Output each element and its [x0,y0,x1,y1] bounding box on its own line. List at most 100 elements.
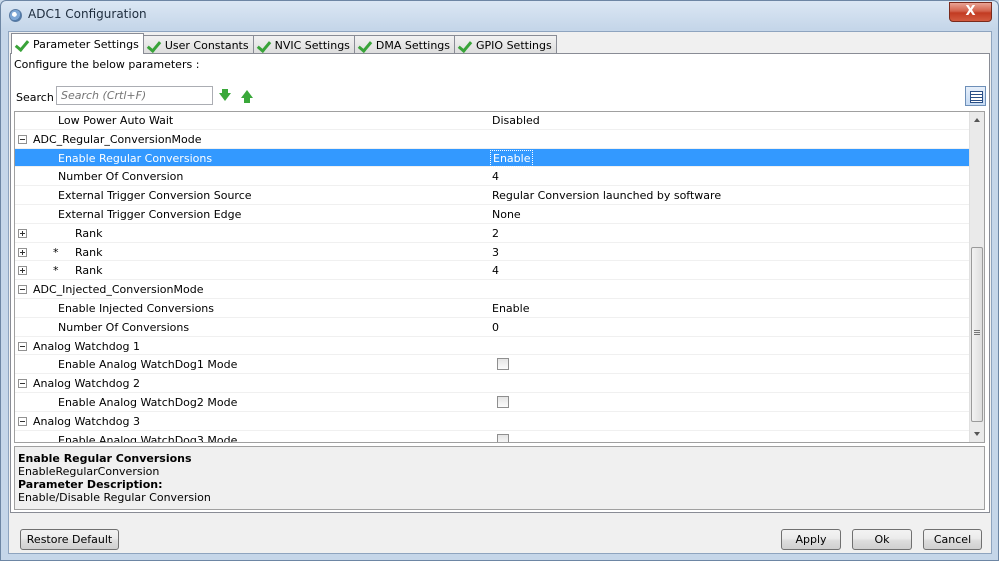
parameter-table: Low Power Auto Wait Disabled ADC_Regular_C… [14,111,985,443]
table-row[interactable]: Low Power Auto Wait Disabled [15,112,970,130]
table-row[interactable]: Number Of Conversion 4 [15,167,970,187]
parameter-value[interactable]: Disabled [492,114,540,127]
check-icon [147,39,162,52]
parameter-checkbox[interactable] [497,358,509,371]
parameter-checkbox[interactable] [497,395,509,408]
close-button[interactable]: X [949,2,992,22]
title-bar[interactable]: ADC1 Configuration X [1,1,998,29]
expand-icon[interactable] [18,266,27,276]
check-icon [358,39,373,52]
check-icon [257,39,272,52]
scroll-down-arrow-icon[interactable] [970,427,984,442]
description-title: Enable Regular Conversions [18,452,192,465]
table-row[interactable]: Enable Injected Conversions Enable [15,299,970,318]
search-previous-arrow-icon[interactable] [240,89,254,103]
parameter-description-box: Enable Regular Conversions EnableRegular… [14,446,985,510]
collapse-icon[interactable] [18,416,27,426]
parameter-checkbox[interactable] [497,433,509,442]
parameter-value[interactable]: Enable [489,149,534,167]
table-row[interactable]: Number Of Conversions 0 [15,318,970,337]
parameter-value[interactable]: None [492,208,521,221]
table-row[interactable]: Enable Analog WatchDog1 Mode [15,355,970,375]
parameter-value[interactable]: Enable [492,302,529,315]
table-row[interactable]: Enable Regular Conversions Enable [15,148,970,168]
tab-label: DMA Settings [375,38,451,52]
adc1-configuration-dialog: ADC1 Configuration X Parameter Settings … [0,0,999,561]
table-row[interactable]: Enable Analog WatchDog2 Mode [15,393,970,412]
parameter-name: External Trigger Conversion Edge [58,207,242,221]
tab-strip: Parameter Settings User Constants NVIC S… [11,33,557,54]
configure-instructions: Configure the below parameters : [14,58,200,71]
cancel-button[interactable]: Cancel [923,529,982,550]
window-title: ADC1 Configuration [28,7,147,21]
scrollbar-thumb[interactable] [971,247,983,422]
table-row[interactable]: External Trigger Conversion Edge None [15,205,970,224]
tab-label: Parameter Settings [33,37,139,51]
parameter-name: Rank [75,226,103,240]
expand-icon[interactable] [18,228,27,238]
parameter-value[interactable]: 0 [492,321,499,334]
parameter-name: Enable Analog WatchDog1 Mode [58,358,238,372]
group-label: ADC_Regular_ConversionMode [33,132,202,146]
tab-label: NVIC Settings [274,38,350,52]
parameter-name: Number Of Conversion [58,170,184,184]
parameter-value[interactable]: 4 [492,170,499,183]
collapse-icon[interactable] [18,341,27,351]
group-label: ADC_Injected_ConversionMode [33,283,204,297]
description-label: Parameter Description: [18,478,163,491]
modified-marker: * [53,264,59,278]
parameter-name: Rank [75,245,103,259]
search-next-arrow-icon[interactable] [218,89,232,103]
parameter-name: Enable Injected Conversions [58,301,215,315]
parameter-value[interactable]: 3 [492,246,499,259]
table-row[interactable]: * Rank 4 [15,261,970,281]
group-row[interactable]: ADC_Injected_ConversionMode [15,280,970,299]
tab-label: User Constants [164,38,249,52]
parameter-name: Enable Analog WatchDog3 Mode [58,433,238,443]
modified-marker: * [53,245,59,259]
parameter-value[interactable]: 2 [492,227,499,240]
collapse-icon[interactable] [18,134,27,144]
parameter-value[interactable]: Regular Conversion launched by software [492,189,721,202]
check-icon [458,39,473,52]
group-row[interactable]: Analog Watchdog 3 [15,412,970,431]
parameter-name: Low Power Auto Wait [58,114,174,127]
table-row[interactable]: * Rank 3 [15,243,970,262]
expand-icon[interactable] [18,247,27,257]
check-icon [15,38,30,51]
dialog-body: Parameter Settings User Constants NVIC S… [8,31,992,554]
group-row[interactable]: ADC_Regular_ConversionMode [15,130,970,149]
list-view-toggle-icon[interactable] [965,86,986,106]
tab-user-constants[interactable]: User Constants [142,35,254,54]
tab-dma-settings[interactable]: DMA Settings [353,35,456,54]
group-label: Analog Watchdog 2 [33,377,140,391]
parameter-settings-panel: Configure the below parameters : Search … [10,53,990,513]
parameter-name: Enable Analog WatchDog2 Mode [58,395,238,409]
group-row[interactable]: Analog Watchdog 2 [15,374,970,393]
parameter-name: Enable Regular Conversions [58,151,213,165]
table-row[interactable]: Rank 2 [15,224,970,243]
ok-button[interactable]: Ok [852,529,912,550]
apply-button[interactable]: Apply [781,529,841,550]
description-identifier: EnableRegularConversion [18,465,160,478]
scroll-up-arrow-icon[interactable] [970,112,984,127]
tab-parameter-settings[interactable]: Parameter Settings [11,33,144,54]
restore-default-button[interactable]: Restore Default [20,529,119,550]
collapse-icon[interactable] [18,379,27,389]
collapse-icon[interactable] [18,285,27,295]
parameter-value[interactable]: 4 [492,264,499,277]
description-text: Enable/Disable Regular Conversion [18,491,211,504]
app-icon [9,9,22,22]
vertical-scrollbar[interactable] [969,112,984,442]
search-input[interactable] [56,86,213,105]
table-row[interactable]: Enable Analog WatchDog3 Mode [15,431,970,443]
tab-gpio-settings[interactable]: GPIO Settings [454,35,557,54]
tab-nvic-settings[interactable]: NVIC Settings [252,35,355,54]
tab-label: GPIO Settings [476,38,552,52]
group-label: Analog Watchdog 3 [33,414,140,428]
group-row[interactable]: Analog Watchdog 1 [15,337,970,356]
table-row[interactable]: External Trigger Conversion Source Regula… [15,186,970,205]
group-label: Analog Watchdog 1 [33,339,140,353]
parameter-name: Rank [75,264,103,278]
search-label: Search : [16,91,61,104]
